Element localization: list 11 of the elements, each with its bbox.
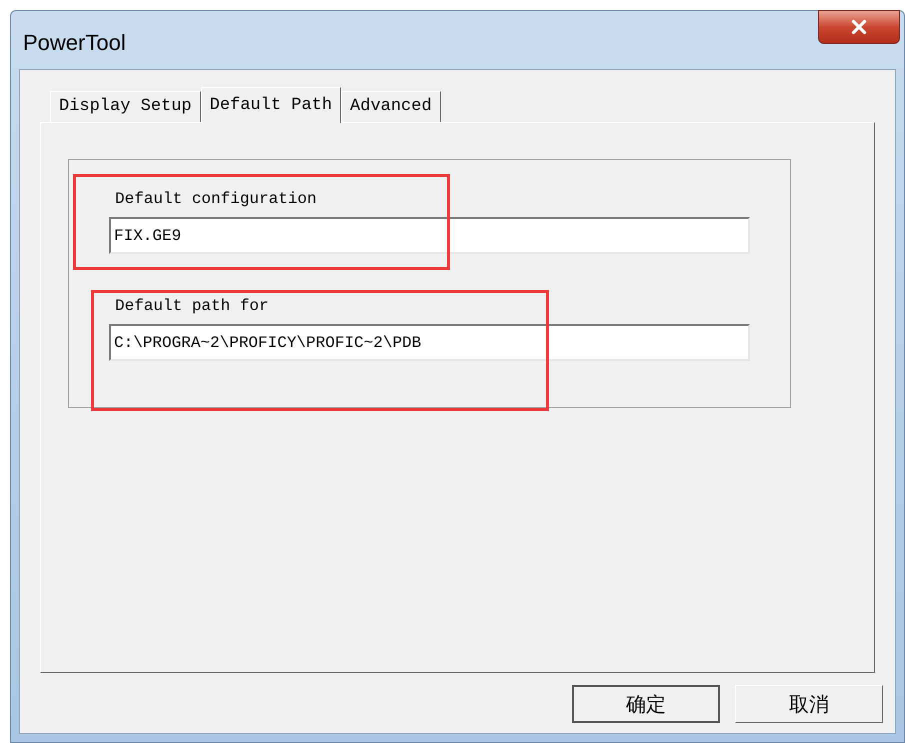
- tab[interactable]: Advanced: [341, 91, 441, 122]
- tab[interactable]: Display Setup: [50, 91, 201, 122]
- close-button[interactable]: [818, 10, 900, 44]
- window-title: PowerTool: [23, 29, 126, 57]
- field-label: Default configuration: [115, 189, 318, 210]
- text-field[interactable]: C:\PROGRA~2\PROFICY\PROFIC~2\PDB: [109, 324, 750, 361]
- tab[interactable]: Default Path: [200, 87, 342, 123]
- dialog-button[interactable]: 取消: [735, 685, 883, 723]
- text-field[interactable]: FIX.GE9: [109, 217, 750, 254]
- dialog-button[interactable]: 确定: [572, 685, 720, 723]
- field-label: Default path for: [115, 296, 270, 317]
